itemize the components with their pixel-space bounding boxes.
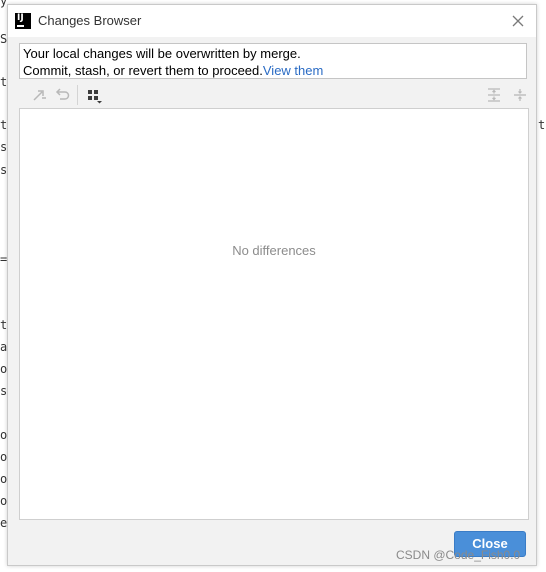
collapse-all-icon[interactable] <box>511 86 529 104</box>
undo-icon[interactable] <box>53 86 71 104</box>
group-by-icon[interactable] <box>85 86 103 104</box>
close-icon[interactable] <box>508 11 528 31</box>
merge-arrow-icon[interactable] <box>31 86 49 104</box>
watermark: CSDN @Code_Fish0.0 <box>396 548 521 562</box>
warning-line-1: Your local changes will be overwritten b… <box>23 46 301 61</box>
empty-state-text: No differences <box>232 243 316 258</box>
background-char: t <box>538 118 546 132</box>
window-title: Changes Browser <box>38 13 142 28</box>
view-them-link[interactable]: View them <box>263 63 323 78</box>
expand-all-icon[interactable] <box>485 86 503 104</box>
warning-line-2: Commit, stash, or revert them to proceed… <box>23 62 523 79</box>
toolbar-separator <box>77 85 78 105</box>
merge-warning-banner: Your local changes will be overwritten b… <box>19 43 527 79</box>
changes-browser-dialog: IJ Changes Browser Your local changes wi… <box>7 4 537 566</box>
diff-toolbar <box>19 84 527 106</box>
app-icon-text: IJ <box>17 13 24 23</box>
warning-line-2-text: Commit, stash, or revert them to proceed… <box>23 63 263 78</box>
intellij-app-icon: IJ <box>15 13 31 29</box>
title-bar[interactable]: IJ Changes Browser <box>8 5 536 37</box>
changes-panel: No differences <box>19 108 529 520</box>
